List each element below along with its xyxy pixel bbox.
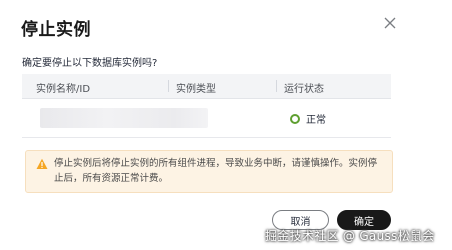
status-text: 正常 — [306, 115, 326, 126]
warning-triangle-icon — [36, 158, 48, 169]
instance-table: 实例名称/ID 实例类型 运行状态 正常 — [22, 74, 391, 138]
column-divider — [168, 80, 169, 92]
confirm-prompt: 确定要停止以下数据库实例吗? — [22, 58, 158, 69]
status-cell: 正常 — [290, 111, 326, 126]
table-header: 实例名称/ID 实例类型 运行状态 — [22, 74, 391, 99]
close-button[interactable] — [379, 12, 401, 34]
column-header-type: 实例类型 — [176, 84, 216, 95]
table-row: 正常 — [22, 99, 391, 138]
stop-instance-dialog: 停止实例 确定要停止以下数据库实例吗? 实例名称/ID 实例类型 运行状态 正常 — [0, 0, 452, 250]
instance-name-redacted — [40, 108, 208, 128]
watermark: 掘金技术社区 @ Gauss松鼠会 — [265, 229, 435, 243]
column-header-name: 实例名称/ID — [36, 84, 91, 95]
warning-alert: 停止实例后将停止实例的所有组件进程，导致业务中断，请谨慎操作。实例停止后，所有资… — [25, 150, 393, 193]
status-ok-icon — [290, 113, 300, 124]
warning-text: 停止实例后将停止实例的所有组件进程，导致业务中断，请谨慎操作。实例停止后，所有资… — [54, 158, 378, 184]
column-divider — [276, 80, 277, 92]
close-icon — [384, 17, 396, 29]
dialog-title: 停止实例 — [21, 20, 91, 40]
column-header-status: 运行状态 — [284, 84, 324, 95]
